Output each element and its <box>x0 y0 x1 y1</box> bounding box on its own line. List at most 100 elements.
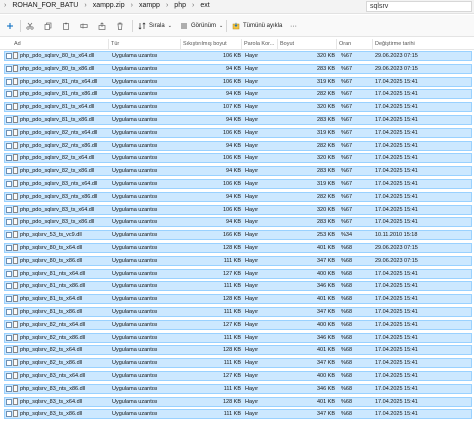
table-row[interactable]: php_pdo_sqlsrv_80_ts_x86.dll Uygulama uza… <box>4 63 472 74</box>
breadcrumb-item-php[interactable]: php <box>174 2 186 9</box>
row-checkbox[interactable] <box>6 78 12 85</box>
column-divider[interactable] <box>336 39 337 49</box>
rename-button[interactable] <box>80 20 88 32</box>
row-checkbox[interactable] <box>6 104 12 111</box>
table-row[interactable]: php_pdo_sqlsrv_83_ts_x86.dll Uygulama uza… <box>4 217 472 228</box>
table-row[interactable]: php_pdo_sqlsrv_81_nts_x64.dll Uygulama uz… <box>4 76 472 87</box>
row-checkbox[interactable] <box>6 360 12 367</box>
column-name[interactable]: Ad <box>14 41 21 47</box>
column-divider[interactable] <box>241 39 242 49</box>
file-ratio: %67 <box>341 181 353 187</box>
file-name: php_sqlsrv_82_nts_x86.dll <box>20 334 86 341</box>
breadcrumb-item-xampp[interactable]: xampp <box>139 2 160 9</box>
row-checkbox[interactable] <box>6 373 12 379</box>
file-type: Uygulama uzantısı <box>112 193 158 200</box>
row-checkbox[interactable] <box>6 347 12 354</box>
table-row[interactable]: php_sqlsrv_83_ts_x86.dll Uygulama uzantıs… <box>4 409 472 420</box>
table-row[interactable]: php_sqlsrv_81_nts_x86.dll Uygulama uzantı… <box>4 281 472 292</box>
extract-all-button[interactable]: Tümünü ayıkla <box>232 20 282 32</box>
row-checkbox[interactable] <box>6 91 12 98</box>
row-checkbox[interactable] <box>6 53 12 59</box>
row-checkbox[interactable] <box>6 142 12 149</box>
copy-button[interactable] <box>44 20 52 32</box>
row-checkbox[interactable] <box>6 309 12 315</box>
table-row[interactable]: php_pdo_sqlsrv_82_nts_x86.dll Uygulama uz… <box>4 140 472 151</box>
row-checkbox[interactable] <box>6 334 12 341</box>
file-ratio: %68 <box>341 360 353 367</box>
row-checkbox[interactable] <box>6 411 12 418</box>
table-row[interactable]: php_pdo_sqlsrv_81_ts_x86.dll Uygulama uza… <box>4 115 472 125</box>
column-modified[interactable]: Değiştirme tarihi <box>375 41 415 47</box>
column-password[interactable]: Parola Kor... <box>244 41 274 47</box>
table-row[interactable]: php_sqlsrv_83_nts_x64.dll Uygulama uzantı… <box>4 371 472 381</box>
row-checkbox[interactable] <box>6 245 12 251</box>
table-row[interactable]: php_pdo_sqlsrv_82_nts_x64.dll Uygulama uz… <box>4 127 472 138</box>
row-checkbox[interactable] <box>6 206 12 213</box>
row-checkbox[interactable] <box>6 193 12 200</box>
column-type[interactable]: Tür <box>111 41 119 47</box>
table-row[interactable]: php_sqlsrv_80_ts_x64.dll Uygulama uzantıs… <box>4 243 472 253</box>
row-checkbox[interactable] <box>6 270 12 277</box>
row-checkbox[interactable] <box>6 385 12 392</box>
column-divider[interactable] <box>180 39 181 49</box>
table-row[interactable]: php_pdo_sqlsrv_80_ts_x64.dll Uygulama uza… <box>4 51 472 61</box>
new-button[interactable] <box>6 20 14 32</box>
table-row[interactable]: php_sqlsrv_82_ts_x86.dll Uygulama uzantıs… <box>4 358 472 369</box>
row-checkbox[interactable] <box>6 65 12 72</box>
row-checkbox[interactable] <box>6 168 12 175</box>
file-ratio: %67 <box>341 155 353 162</box>
breadcrumb-item-zip[interactable]: xampp.zip <box>93 2 125 9</box>
table-row[interactable]: php_sqlsrv_82_nts_x86.dll Uygulama uzantı… <box>4 332 472 343</box>
row-checkbox[interactable] <box>6 321 12 328</box>
more-button[interactable]: ··· <box>290 20 297 32</box>
row-checkbox[interactable] <box>6 219 12 226</box>
table-row[interactable]: php_sqlsrv_81_ts_x86.dll Uygulama uzantıs… <box>4 307 472 317</box>
table-row[interactable]: php_pdo_sqlsrv_81_nts_x86.dll Uygulama uz… <box>4 89 472 100</box>
table-row[interactable]: php_sqlsrv_53_ts_vc9.dll Uygulama uzantıs… <box>4 230 472 241</box>
file-modified-date: 17.04.2025 15:41 <box>375 296 418 303</box>
breadcrumb-item-ext[interactable]: ext <box>200 2 209 9</box>
table-row[interactable]: php_sqlsrv_82_ts_x64.dll Uygulama uzantıs… <box>4 345 472 356</box>
cut-button[interactable] <box>26 20 34 32</box>
file-compressed-size: 128 KB <box>222 398 241 405</box>
sort-button[interactable]: Sırala ⌄ <box>138 20 172 32</box>
table-row[interactable]: php_pdo_sqlsrv_83_ts_x64.dll Uygulama uza… <box>4 204 472 215</box>
row-checkbox[interactable] <box>6 283 12 290</box>
table-row[interactable]: php_sqlsrv_82_nts_x64.dll Uygulama uzantı… <box>4 319 472 330</box>
row-checkbox[interactable] <box>6 398 12 405</box>
column-header: Ad Tür Sıkıştırılmış boyut Parola Kor...… <box>0 38 474 50</box>
breadcrumb-item-root[interactable]: ROHAN_FOR_BATU <box>12 2 78 9</box>
table-row[interactable]: php_pdo_sqlsrv_82_ts_x64.dll Uygulama uza… <box>4 153 472 164</box>
table-row[interactable]: php_pdo_sqlsrv_83_nts_x64.dll Uygulama uz… <box>4 179 472 189</box>
column-divider[interactable] <box>372 39 373 49</box>
table-row[interactable]: php_pdo_sqlsrv_83_nts_x86.dll Uygulama uz… <box>4 191 472 202</box>
table-row[interactable]: php_sqlsrv_83_nts_x86.dll Uygulama uzantı… <box>4 383 472 394</box>
file-password-protected: Hayır <box>245 321 259 328</box>
table-row[interactable]: php_sqlsrv_81_ts_x64.dll Uygulama uzantıs… <box>4 294 472 305</box>
share-button[interactable] <box>98 20 106 32</box>
column-compressed-size[interactable]: Sıkıştırılmış boyut <box>183 41 227 47</box>
row-checkbox[interactable] <box>6 117 12 123</box>
row-checkbox[interactable] <box>6 155 12 162</box>
column-divider[interactable] <box>277 39 278 49</box>
row-checkbox[interactable] <box>6 181 12 187</box>
row-checkbox[interactable] <box>6 232 12 239</box>
table-row[interactable]: php_sqlsrv_80_ts_x86.dll Uygulama uzantıs… <box>4 255 472 266</box>
table-row[interactable]: php_sqlsrv_81_nts_x64.dll Uygulama uzantı… <box>4 268 472 279</box>
row-checkbox[interactable] <box>6 296 12 303</box>
view-button[interactable]: Görünüm ⌄ <box>180 20 223 32</box>
file-icon <box>13 90 18 98</box>
search-input[interactable]: sqlsrv <box>366 1 472 12</box>
table-row[interactable]: php_pdo_sqlsrv_82_ts_x86.dll Uygulama uza… <box>4 166 472 177</box>
row-checkbox[interactable] <box>6 129 12 136</box>
column-ratio[interactable]: Oran <box>339 41 351 47</box>
column-divider[interactable] <box>108 39 109 49</box>
paste-button[interactable] <box>62 20 70 32</box>
row-checkbox[interactable] <box>6 257 12 264</box>
table-row[interactable]: php_sqlsrv_83_ts_x64.dll Uygulama uzantıs… <box>4 396 472 407</box>
column-size[interactable]: Boyut <box>280 41 294 47</box>
delete-button[interactable] <box>116 20 124 32</box>
table-row[interactable]: php_pdo_sqlsrv_81_ts_x64.dll Uygulama uza… <box>4 102 472 113</box>
file-size: 319 KB <box>316 78 335 85</box>
file-icon <box>13 295 18 303</box>
